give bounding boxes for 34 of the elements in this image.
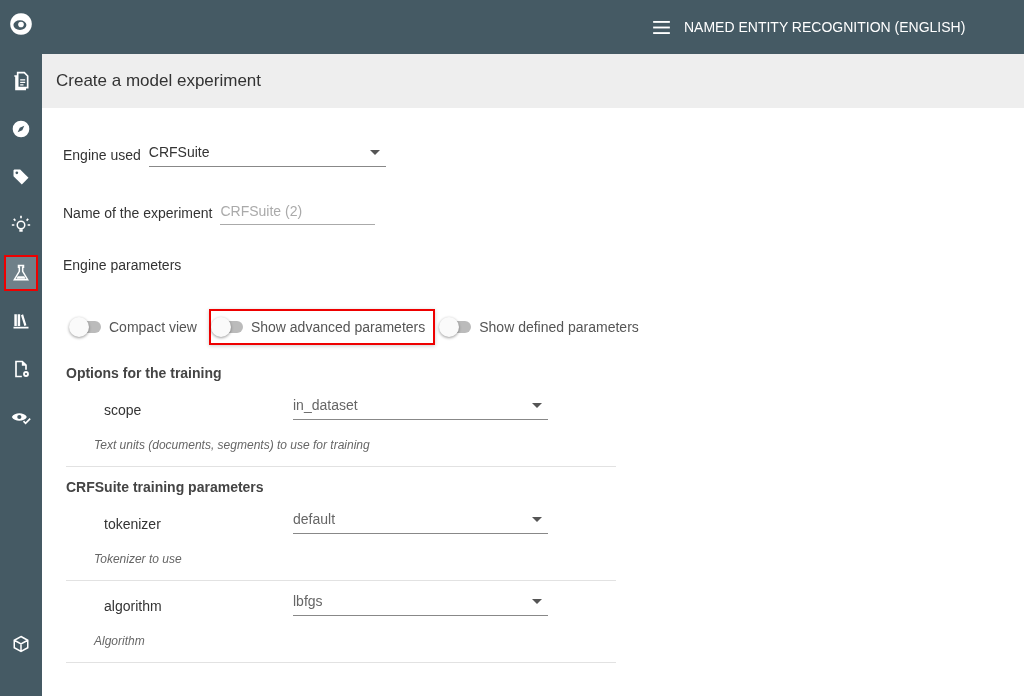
parameter-select[interactable]: default (293, 509, 548, 534)
eye-logo-icon[interactable] (8, 11, 34, 37)
bulb-icon (11, 215, 31, 235)
caret-icon (532, 598, 542, 604)
tag-icon (11, 167, 31, 187)
flask-icon (11, 263, 31, 283)
caret-icon (532, 516, 542, 522)
toggle-switch[interactable]: Compact view (67, 309, 207, 345)
parameter-name: tokenizer (103, 516, 162, 534)
caret-icon (532, 402, 542, 408)
section-title: CRFSuite training parameters (66, 478, 265, 497)
document-icon (11, 71, 31, 91)
parameter-description: Algorithm (92, 634, 146, 648)
toggle-switch[interactable]: Show defined parameters (437, 309, 649, 345)
sidebar-nav-item[interactable] (4, 255, 38, 291)
engine-select[interactable]: CRFSuite (148, 142, 386, 167)
cube-icon (12, 635, 30, 653)
compass-icon (11, 119, 31, 139)
page-title: Create a model experiment (56, 71, 262, 91)
menu-icon[interactable] (653, 20, 670, 34)
parameter-description: Tokenizer to use (93, 552, 183, 566)
field-label: Engine used (63, 147, 141, 165)
parameter-name: algorithm (103, 598, 163, 616)
section-title: Options for the training (66, 364, 223, 383)
books-icon (11, 311, 31, 331)
section-label: Engine parameters (63, 257, 182, 275)
toggle-switch[interactable]: Show advanced parameters (208, 309, 436, 345)
parameter-select[interactable]: in_dataset (293, 395, 548, 420)
parameter-description: Text units (documents, segments) to use for training (93, 438, 371, 452)
parameter-select[interactable]: lbfgs (293, 591, 548, 616)
field-label: Name of the experiment (63, 205, 213, 223)
caret-icon (369, 149, 380, 155)
app-title: NAMED ENTITY RECOGNITION (ENGLISH) (684, 19, 966, 35)
parameter-name: scope (103, 402, 143, 420)
